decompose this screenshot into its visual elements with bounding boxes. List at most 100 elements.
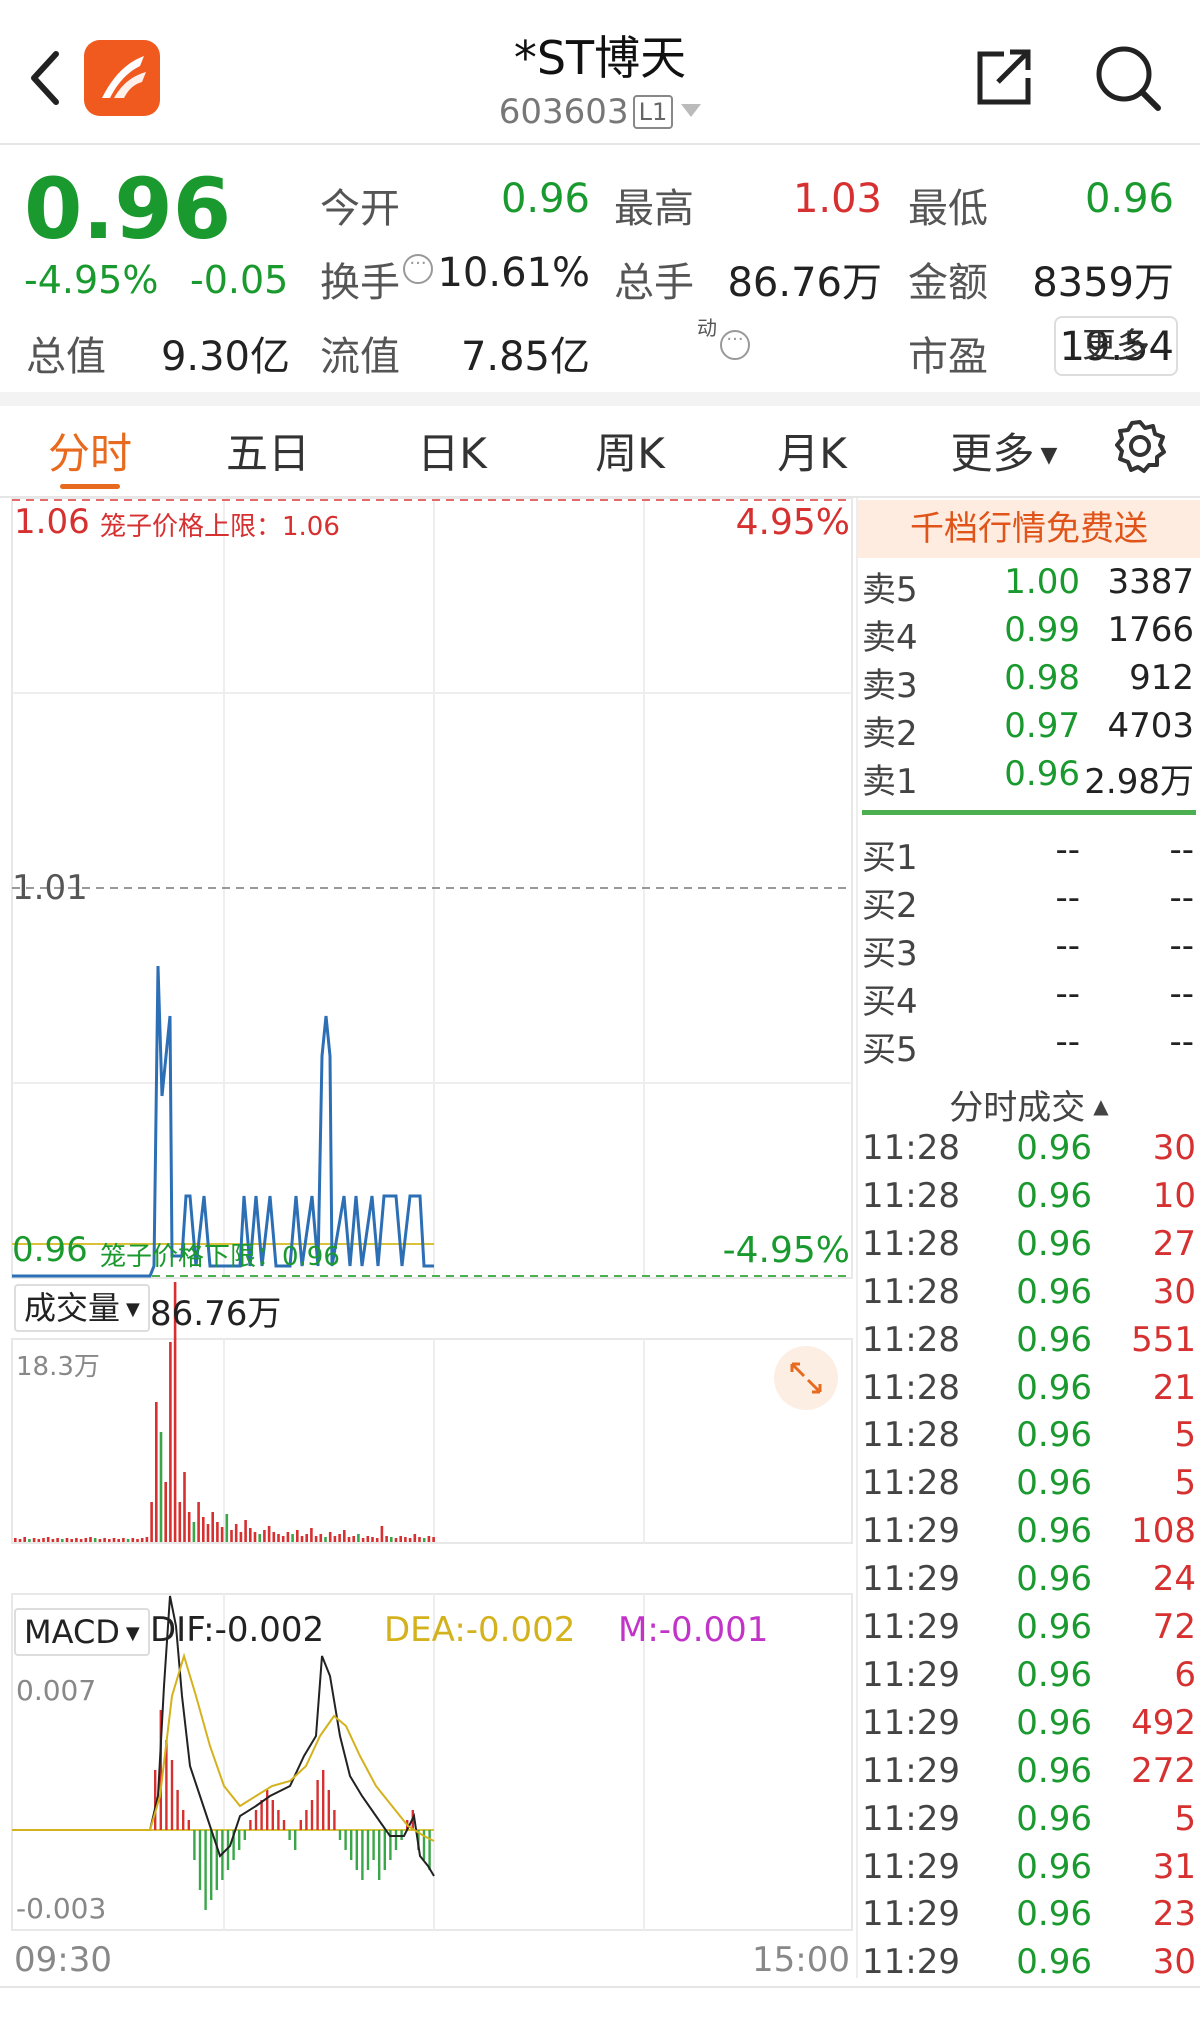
trade-price: 0.96 — [1016, 1319, 1092, 1360]
volume-bar — [131, 1538, 135, 1542]
bid-row[interactable]: 买1 -- -- — [862, 830, 1196, 878]
trades-title-label: 分时成交 — [949, 1088, 1086, 1128]
volume-bar — [263, 1530, 266, 1542]
trade-time: 11:29 — [862, 1750, 960, 1791]
volume-bar — [361, 1538, 365, 1542]
macd-bar — [316, 1780, 319, 1830]
tab-daily-k[interactable]: 日K — [402, 420, 502, 481]
bid-row[interactable]: 买4 -- -- — [862, 974, 1196, 1022]
volume-bar — [93, 1538, 97, 1542]
orderbook-separator — [862, 810, 1196, 815]
settings-gear-icon[interactable] — [1112, 418, 1168, 474]
trade-volume: 5 — [1174, 1415, 1196, 1456]
volume-bar — [28, 1539, 31, 1542]
volume-bar — [267, 1526, 271, 1542]
ask-row[interactable]: 卖1 0.96 2.98万 — [862, 754, 1196, 802]
trade-volume: 272 — [1131, 1750, 1196, 1791]
volume-bar — [239, 1532, 243, 1542]
macd-bar — [383, 1830, 386, 1870]
macd-max-label: 0.007 — [16, 1674, 97, 1707]
trade-time: 11:29 — [862, 1559, 960, 1600]
macd-bar — [266, 1790, 269, 1830]
macd-bar — [372, 1830, 375, 1860]
macd-label: MACD — [24, 1613, 120, 1651]
tab-weekly-k[interactable]: 周K — [580, 420, 680, 481]
macd-bar — [238, 1830, 241, 1850]
bid-level: 买3 — [862, 934, 918, 974]
volume-bar — [432, 1537, 435, 1542]
volume-bar — [244, 1520, 247, 1542]
expand-button — [774, 1346, 838, 1410]
ask-row[interactable]: 卖5 1.00 3387 — [862, 562, 1196, 610]
volume-total: 86.76万 — [150, 1294, 282, 1334]
ask-row[interactable]: 卖3 0.98 912 — [862, 658, 1196, 706]
volume-bar — [404, 1537, 407, 1542]
volume-bar — [14, 1538, 17, 1542]
trade-time: 11:28 — [862, 1415, 960, 1456]
ask-level: 卖2 — [862, 714, 918, 754]
ask-row[interactable]: 卖4 0.99 1766 — [862, 610, 1196, 658]
volume-bar — [300, 1536, 304, 1542]
trade-volume: 492 — [1131, 1702, 1196, 1743]
macd-bar — [361, 1830, 364, 1880]
stat-value-amount: 8359万 — [1032, 260, 1174, 306]
share-icon[interactable] — [974, 46, 1034, 108]
info-icon[interactable]: ··· — [720, 330, 750, 360]
tab-monthly-k[interactable]: 月K — [762, 420, 862, 481]
more-stats-button[interactable]: 更多 — [1054, 316, 1178, 376]
bid-price: -- — [1055, 878, 1080, 918]
trade-price: 0.96 — [1016, 1654, 1092, 1695]
volume-bar — [79, 1539, 83, 1542]
lower-limit-label: 笼子价格下限：0.96 — [100, 1242, 340, 1272]
trade-price: 0.96 — [1016, 1128, 1092, 1168]
ask-row[interactable]: 卖2 0.97 4703 — [862, 706, 1196, 754]
trade-row: 11:28 0.96 10 — [862, 1176, 1196, 1224]
volume-bar — [413, 1534, 417, 1542]
ask-price: 0.98 — [1004, 658, 1080, 698]
volume-bar — [291, 1534, 294, 1542]
stat-label-high: 最高 — [614, 186, 694, 232]
stat-label-open: 今开 — [320, 186, 400, 232]
trade-time: 11:28 — [862, 1128, 960, 1168]
volume-indicator-select[interactable]: 成交量 ▼ — [14, 1284, 150, 1332]
bid-row[interactable]: 买2 -- -- — [862, 878, 1196, 926]
macd-bar — [271, 1800, 274, 1830]
volume-bar — [296, 1530, 299, 1542]
trade-price: 0.96 — [1016, 1271, 1092, 1312]
volume-bar — [258, 1534, 261, 1542]
bid-row[interactable]: 买5 -- -- — [862, 1022, 1196, 1070]
macd-bar — [299, 1820, 302, 1830]
tab-five-day[interactable]: 五日 — [218, 420, 318, 481]
volume-bar — [18, 1539, 22, 1542]
volume-bar — [140, 1538, 144, 1542]
macd-indicator-select[interactable]: MACD ▼ — [14, 1608, 150, 1656]
volume-max-label: 18.3万 — [16, 1352, 100, 1382]
volume-bar — [155, 1402, 158, 1542]
trade-time: 11:28 — [862, 1463, 960, 1504]
trade-row: 11:28 0.96 5 — [862, 1463, 1196, 1511]
volume-bar — [145, 1537, 149, 1542]
tab-more[interactable]: 更多 ▼ — [944, 420, 1064, 481]
chevron-down-icon — [681, 104, 702, 117]
trades-title[interactable]: 分时成交 ▲ — [862, 1080, 1196, 1129]
m-value: M:-0.001 — [618, 1610, 769, 1650]
ask-price: 1.00 — [1004, 562, 1080, 602]
free-level2-banner[interactable]: 千档行情免费送 — [858, 500, 1200, 558]
bid-row[interactable]: 买3 -- -- — [862, 926, 1196, 974]
change-pct: -4.95% — [24, 258, 159, 302]
info-icon[interactable]: ··· — [403, 254, 433, 284]
tab-intraday[interactable]: 分时 — [40, 420, 140, 481]
trade-row: 11:29 0.96 24 — [862, 1559, 1196, 1607]
stat-label-pe: 市盈 — [908, 334, 988, 380]
bid-volume: -- — [1169, 830, 1194, 870]
search-icon[interactable] — [1092, 42, 1164, 114]
volume-bar — [371, 1537, 374, 1542]
volume-bar — [46, 1537, 50, 1542]
trade-row: 11:29 0.96 72 — [862, 1607, 1196, 1655]
volume-bar — [375, 1538, 379, 1542]
volume-bar — [42, 1538, 45, 1542]
trade-time: 11:28 — [862, 1319, 960, 1360]
lower-pct-label: -4.95% — [722, 1230, 850, 1271]
macd-bar — [294, 1830, 297, 1850]
mid-price-label: 1.01 — [12, 868, 88, 908]
